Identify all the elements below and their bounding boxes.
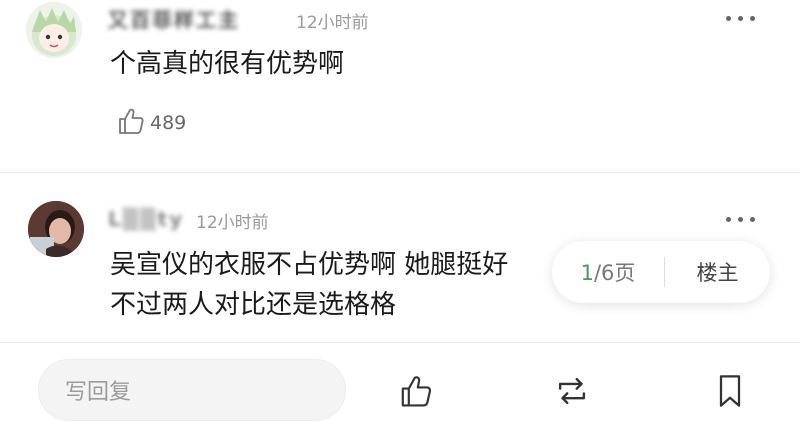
comment-line: 不过两人对比还是选格格 [110,290,397,320]
username[interactable]: L▒▒ty [108,207,184,231]
like-button[interactable]: 489 [116,106,186,140]
avatar[interactable] [28,201,84,257]
more-dots-icon[interactable] [726,14,756,24]
bookmark-icon[interactable] [710,371,750,411]
comment-text: 吴宣仪的衣服不占优势啊 她腿挺好 不过两人对比还是选格格 [110,245,550,325]
bottom-bar: 写回复 [0,342,800,436]
total-pages: /6页 [593,261,636,285]
comment-line: 个高真的很有优势啊 [110,49,345,79]
thumbs-up-icon[interactable] [396,371,436,411]
repost-icon[interactable] [552,371,592,411]
avatar[interactable] [26,2,82,58]
page-indicator[interactable]: 1/6页 [552,257,664,287]
timestamp: 12小时前 [296,13,369,33]
thumbs-up-icon [116,106,146,140]
reply-input[interactable]: 写回复 [38,359,346,421]
page-navigator: 1/6页 楼主 [552,241,770,303]
comment-text: 个高真的很有优势啊 [110,44,344,84]
username[interactable]: 又百菲样工主 [108,4,240,33]
like-count: 489 [150,112,187,134]
timestamp: 12小时前 [196,213,269,233]
comment-line: 吴宣仪的衣服不占优势啊 她腿挺好 [110,250,509,280]
owner-only-button[interactable]: 楼主 [665,257,770,287]
current-page: 1 [580,261,594,285]
comment-item: 又百菲样工主 12小时前 个高真的很有优势啊 489 [0,0,800,172]
more-dots-icon[interactable] [726,215,756,225]
